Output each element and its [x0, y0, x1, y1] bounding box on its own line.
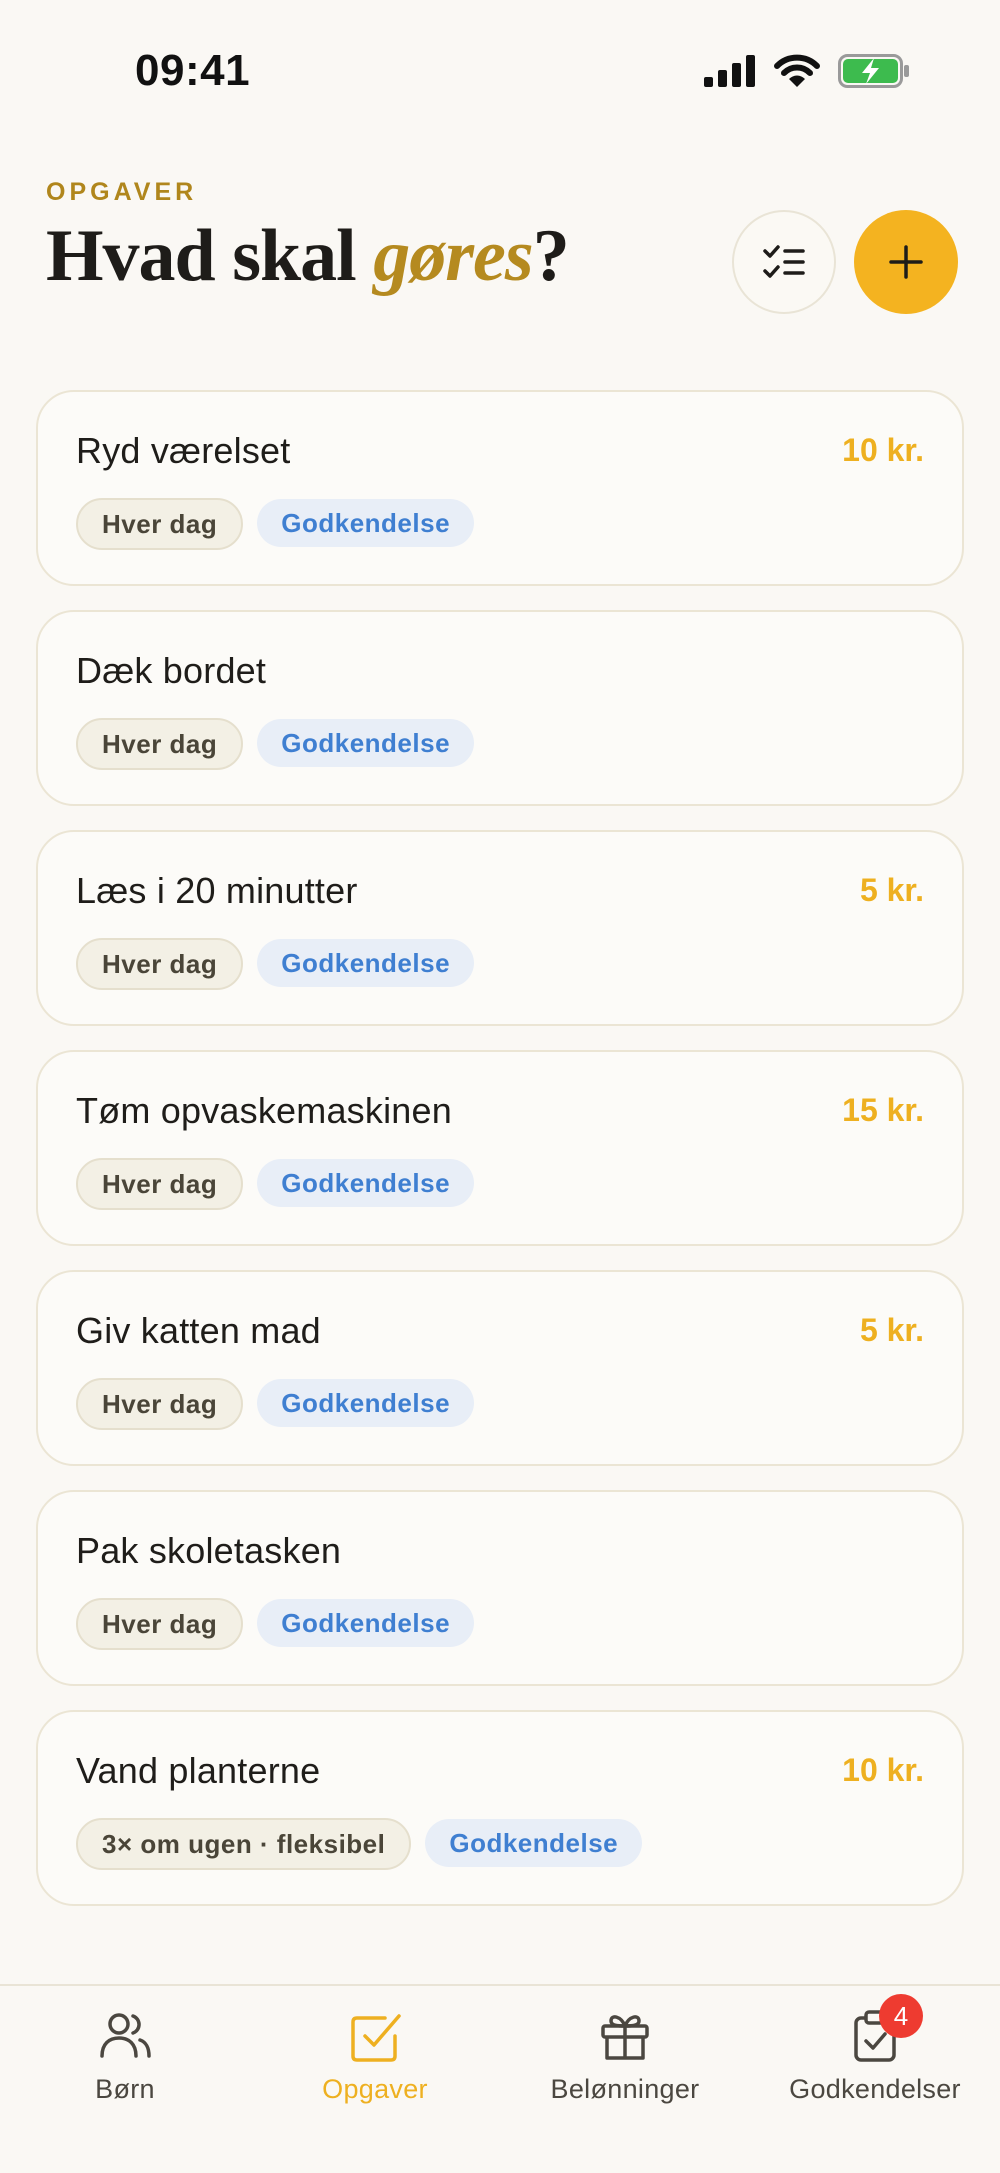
- task-reward: 10 kr.: [842, 432, 924, 468]
- frequency-tag: Hver dag: [76, 498, 244, 550]
- task-name: Ryd værelset: [76, 430, 291, 471]
- task-tags: Hver dag Godkendelse: [76, 1598, 475, 1650]
- title-suffix: ?: [532, 215, 570, 297]
- add-task-button[interactable]: [854, 210, 958, 314]
- task-name: Pak skoletasken: [76, 1530, 342, 1571]
- task-tags: Hver dag Godkendelse: [76, 1158, 475, 1210]
- users-icon: [95, 2006, 155, 2066]
- tasks-screen: 09:41 OPGAVER Hvad skal gøres? Ryd værel…: [0, 0, 1000, 2173]
- tab-label: Belønninger: [550, 2074, 700, 2104]
- task-name: Giv katten mad: [76, 1310, 321, 1351]
- tab-godkendelser[interactable]: 4 Godkendelser: [750, 1986, 1000, 2136]
- frequency-tag: Hver dag: [76, 1378, 244, 1430]
- status-bar: 09:41: [0, 0, 1000, 150]
- task-tags: Hver dag Godkendelse: [76, 498, 475, 550]
- approval-tag: Godkendelse: [425, 1819, 643, 1867]
- checkbox-icon: [345, 2006, 405, 2066]
- task-reward: 15 kr.: [842, 1092, 924, 1128]
- approval-tag: Godkendelse: [257, 499, 475, 547]
- tab-belonninger[interactable]: Belønninger: [500, 1986, 750, 2136]
- task-tags: Hver dag Godkendelse: [76, 718, 475, 770]
- tab-bar: Børn Opgaver Belønninger 4 Godkendelser: [0, 1984, 1000, 2173]
- notification-badge: 4: [879, 1994, 923, 2038]
- page-header: OPGAVER Hvad skal gøres?: [46, 178, 958, 318]
- task-tags: 3× om ugen · fleksibel Godkendelse: [76, 1818, 643, 1870]
- gift-icon: [595, 2006, 655, 2066]
- task-card[interactable]: Giv katten mad 5 kr. Hver dag Godkendels…: [36, 1270, 964, 1466]
- status-time: 09:41: [135, 46, 251, 95]
- task-name: Dæk bordet: [76, 650, 267, 691]
- title-accent: gøres: [373, 215, 533, 297]
- approval-tag: Godkendelse: [257, 1159, 475, 1207]
- title-text: Hvad skal: [46, 215, 374, 297]
- tab-opgaver[interactable]: Opgaver: [250, 1986, 500, 2136]
- tab-born[interactable]: Børn: [0, 1986, 250, 2136]
- clipboard-check-icon: 4: [845, 1994, 923, 2066]
- task-card[interactable]: Ryd værelset 10 kr. Hver dag Godkendelse: [36, 390, 964, 586]
- frequency-tag: 3× om ugen · fleksibel: [76, 1818, 412, 1870]
- approval-tag: Godkendelse: [257, 939, 475, 987]
- plus-icon: [889, 245, 923, 279]
- task-card[interactable]: Læs i 20 minutter 5 kr. Hver dag Godkend…: [36, 830, 964, 1026]
- approval-tag: Godkendelse: [257, 1599, 475, 1647]
- battery-charging-icon: [838, 54, 909, 88]
- task-name: Læs i 20 minutter: [76, 870, 358, 911]
- cellular-signal-icon: [704, 55, 755, 87]
- page-eyebrow: OPGAVER: [46, 178, 198, 206]
- checklist-button[interactable]: [732, 210, 836, 314]
- task-reward: 5 kr.: [859, 872, 924, 908]
- task-name: Vand planterne: [76, 1750, 321, 1791]
- frequency-tag: Hver dag: [76, 1598, 244, 1650]
- checklist-icon: [763, 245, 805, 278]
- task-name: Tøm opvaskemaskinen: [76, 1090, 452, 1131]
- frequency-tag: Hver dag: [76, 1158, 244, 1210]
- task-card[interactable]: Dæk bordet Hver dag Godkendelse: [36, 610, 964, 806]
- task-card[interactable]: Pak skoletasken Hver dag Godkendelse: [36, 1490, 964, 1686]
- wifi-icon: [774, 54, 820, 87]
- task-card[interactable]: Tøm opvaskemaskinen 15 kr. Hver dag Godk…: [36, 1050, 964, 1246]
- task-reward: 10 kr.: [842, 1752, 924, 1788]
- approval-tag: Godkendelse: [257, 719, 475, 767]
- tab-label: Børn: [95, 2074, 155, 2104]
- frequency-tag: Hver dag: [76, 718, 244, 770]
- tab-label: Godkendelser: [789, 2074, 961, 2104]
- task-card[interactable]: Vand planterne 10 kr. 3× om ugen · fleks…: [36, 1710, 964, 1906]
- approval-tag: Godkendelse: [257, 1379, 475, 1427]
- tab-label: Opgaver: [322, 2074, 428, 2104]
- task-list: Ryd værelset 10 kr. Hver dag Godkendelse…: [36, 390, 964, 1930]
- task-tags: Hver dag Godkendelse: [76, 1378, 475, 1430]
- task-reward: 5 kr.: [859, 1312, 924, 1348]
- task-tags: Hver dag Godkendelse: [76, 938, 475, 990]
- status-icons: [704, 54, 910, 88]
- frequency-tag: Hver dag: [76, 938, 244, 990]
